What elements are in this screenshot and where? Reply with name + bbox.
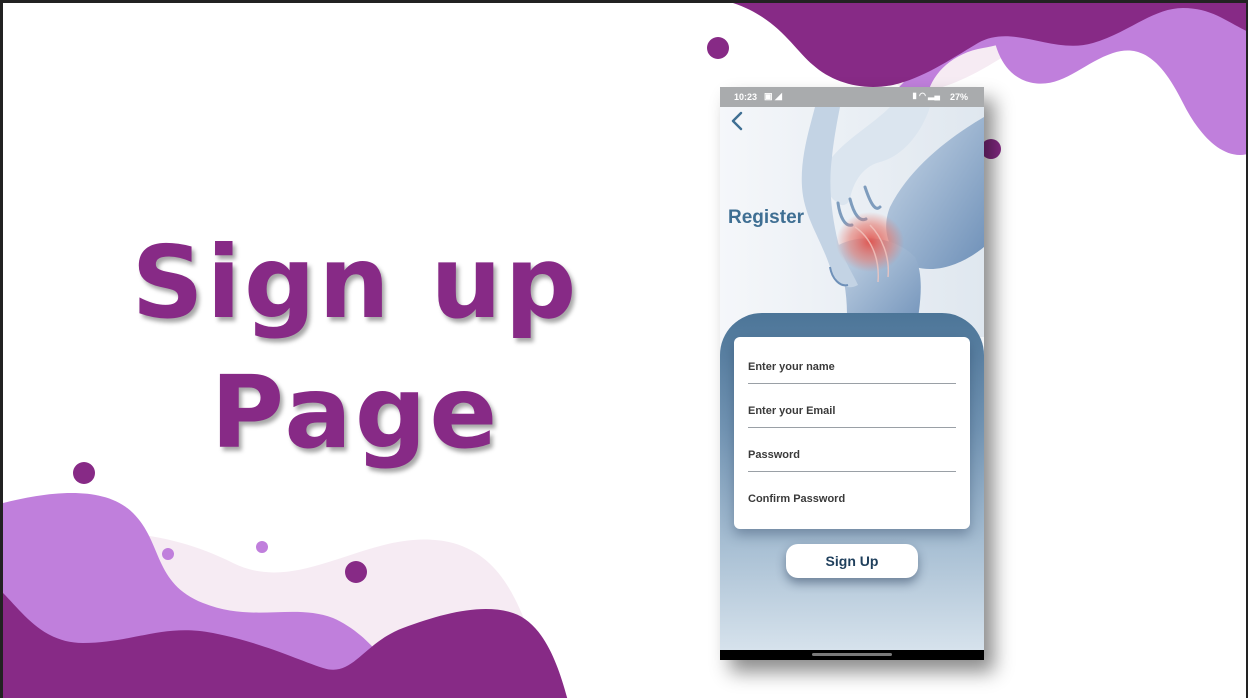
email-field-container [748,395,956,428]
status-time: 10:23 [734,92,758,102]
slide-frame: Sign up Page 10:23 ▣ ◢ ▮ ◠ ▂▄ 27% Regist… [0,0,1248,698]
phone-screenshot: 10:23 ▣ ◢ ▮ ◠ ▂▄ 27% Register Enter your… [720,87,984,660]
slide-title-line2: Page [210,354,501,471]
home-indicator[interactable] [812,653,892,656]
signal-icons: ▮ ◠ ▂▄ [912,91,940,100]
navigation-bar [720,650,984,660]
screen-title: Register [728,207,805,228]
slide-title: Sign up Page [103,218,608,478]
slide-title-line1: Sign up [131,224,580,341]
confirm-password-field-container [748,483,956,515]
back-chevron-icon[interactable] [726,109,750,133]
name-input[interactable] [748,357,956,377]
registration-form [734,337,970,529]
sign-up-button[interactable]: Sign Up [786,544,918,578]
password-field-container [748,439,956,472]
status-bar: 10:23 ▣ ◢ ▮ ◠ ▂▄ 27% [720,87,984,107]
confirm-password-input[interactable] [748,489,956,509]
battery-level: 27% [949,92,968,102]
notification-icons: ▣ ◢ [764,91,782,101]
password-input[interactable] [748,445,956,465]
name-field-container [748,351,956,384]
email-input[interactable] [748,401,956,421]
